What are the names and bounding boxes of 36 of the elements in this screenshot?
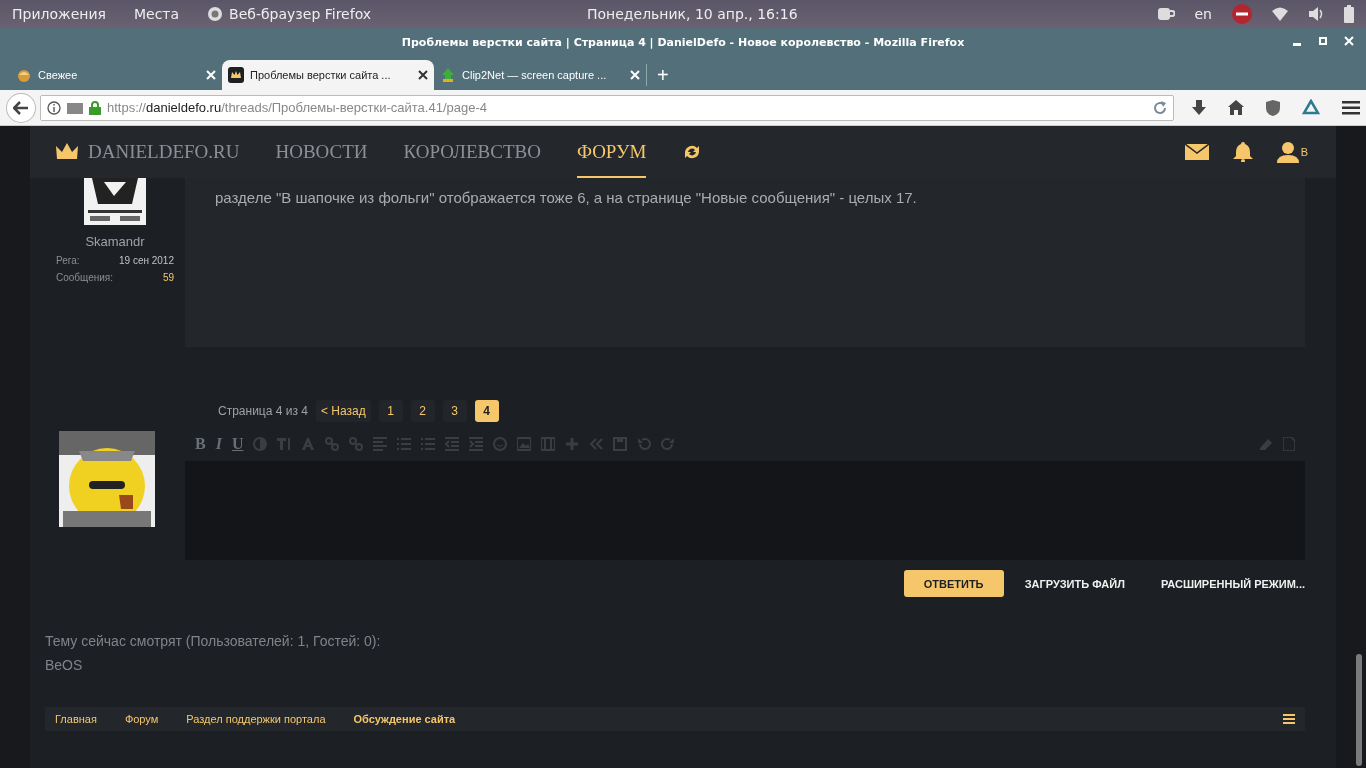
- nav-link[interactable]: КОРОЛЕВСТВО: [403, 126, 541, 178]
- window-title: Проблемы верстки сайта | Страница 4 | DanielDefo - Новое королевство - Mozilla Firefox: [401, 35, 965, 49]
- browser-tab[interactable]: Проблемы верстки сайта ...: [222, 60, 434, 90]
- stat-label: Рега:: [56, 255, 80, 266]
- breadcrumb-link[interactable]: Форум: [124, 707, 177, 731]
- breadcrumb-link[interactable]: Главная: [55, 707, 115, 731]
- browser-tab[interactable]: Свежее: [10, 60, 222, 90]
- reply-action-button[interactable]: РАСШИРЕННЫЙ РЕЖИМ...: [1145, 570, 1320, 597]
- reply-action-button[interactable]: ЗАГРУЗИТЬ ФАЙЛ: [1009, 570, 1140, 597]
- stat-value: 19 сен 2012: [119, 255, 174, 266]
- page-button[interactable]: 4: [474, 400, 499, 422]
- page-button[interactable]: 1: [378, 400, 403, 422]
- system-menu[interactable]: Приложения: [12, 6, 106, 22]
- stat-value: 59: [162, 272, 174, 283]
- system-menu[interactable]: Места: [133, 6, 180, 22]
- post-text: разделе "В шапочке из фольги" отображается тоже 6, а на странице "Новые сообщения" - целых 17.: [215, 189, 918, 206]
- breadcrumb-link[interactable]: Раздел поддержки портала: [186, 707, 344, 731]
- viewers-heading: Тему сейчас смотрят (Пользователей: 1, Гостей: 0):: [45, 632, 382, 651]
- page-summary: Страница 4 из 4: [218, 404, 308, 418]
- page-button[interactable]: 2: [410, 400, 435, 422]
- breadcrumb-link[interactable]: Обсуждение сайта: [353, 707, 474, 731]
- keyboard-layout[interactable]: en: [1194, 6, 1212, 22]
- reply-action-button[interactable]: ОТВЕТИТЬ: [903, 570, 1004, 597]
- viewer-link[interactable]: BeOS: [45, 653, 1336, 677]
- stat-label: Сообщения:: [56, 272, 114, 283]
- nav-link[interactable]: НОВОСТИ: [275, 126, 368, 178]
- username[interactable]: Skamandr: [85, 234, 145, 249]
- page-button[interactable]: 3: [442, 400, 467, 422]
- site-logo[interactable]: DANIELDEFO.RU: [88, 141, 240, 163]
- user-letter[interactable]: В: [1300, 146, 1308, 158]
- browser-tab[interactable]: Clip2Net — screen capture ...: [434, 60, 646, 90]
- address-bar[interactable]: https://danieldefo.ru/threads/Проблемы-верстки-сайта.41/page-4: [39, 94, 1174, 121]
- app-menu[interactable]: Веб-браузер Firefox: [229, 6, 372, 22]
- prev-page-button[interactable]: < Назад: [315, 400, 371, 422]
- clock[interactable]: Понедельник, 10 апр., 16:16: [587, 6, 798, 22]
- new-tab-button[interactable]: +: [646, 64, 679, 86]
